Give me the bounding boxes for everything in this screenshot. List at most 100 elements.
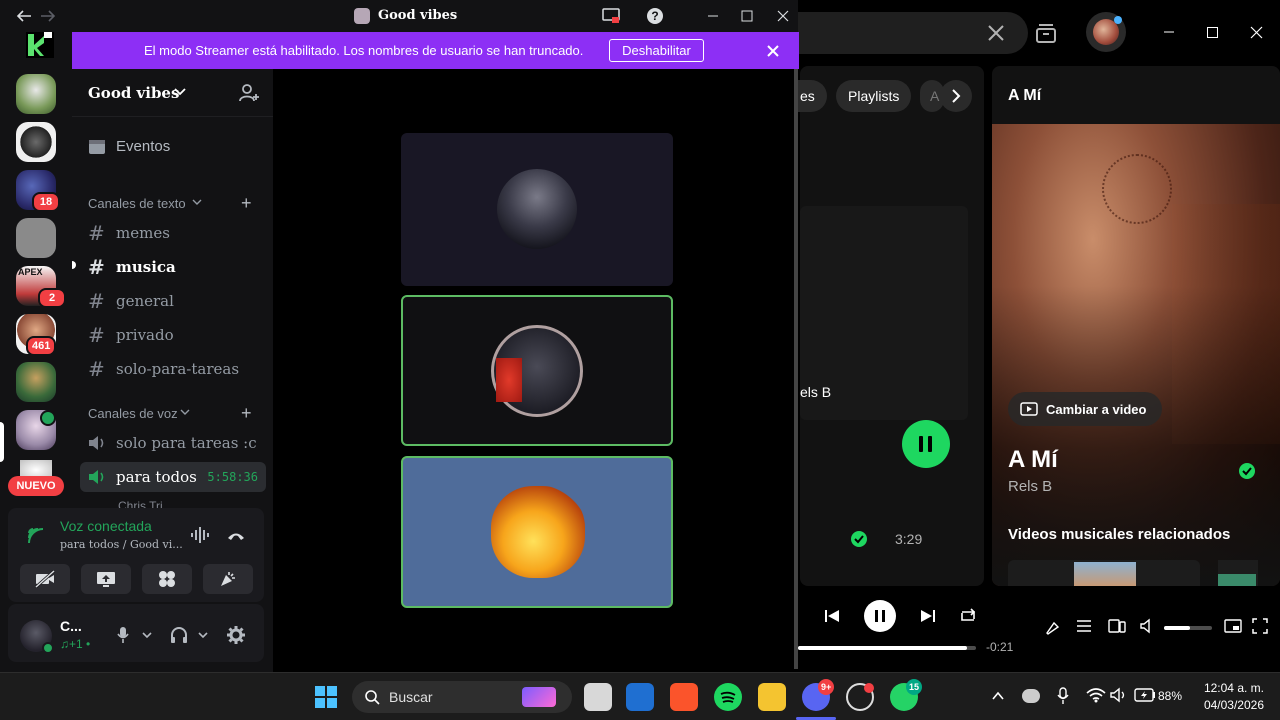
chevron-right-icon bbox=[952, 89, 961, 103]
headphones-icon[interactable] bbox=[170, 626, 188, 644]
forward-arrow-icon[interactable] bbox=[40, 9, 56, 23]
user-panel: C... ♫+1 • bbox=[8, 604, 264, 662]
miniplayer-icon[interactable] bbox=[1224, 618, 1242, 634]
microphone-icon[interactable] bbox=[1056, 687, 1070, 705]
participant-tile-3-speaking[interactable] bbox=[401, 456, 673, 608]
microphone-icon[interactable] bbox=[116, 626, 130, 644]
start-button[interactable] bbox=[314, 685, 338, 709]
file-explorer-icon[interactable] bbox=[758, 683, 786, 711]
participant-tile-2-speaking[interactable] bbox=[401, 295, 673, 446]
now-playing-panel: A Mí Cambiar a video A Mí Rels B Videos … bbox=[992, 66, 1280, 586]
brave-browser-icon[interactable] bbox=[670, 683, 698, 711]
help-icon[interactable]: ? bbox=[647, 8, 663, 24]
discord-badge: 9+ bbox=[818, 679, 835, 695]
song-title[interactable]: A Mí bbox=[1008, 446, 1058, 474]
related-videos-header: Videos musicales relacionados bbox=[1008, 526, 1231, 543]
soundboard-button[interactable] bbox=[203, 564, 253, 594]
maximize-icon[interactable] bbox=[740, 9, 754, 23]
channel-musica[interactable]: # musica bbox=[80, 252, 266, 282]
username[interactable]: C... bbox=[60, 618, 82, 634]
switch-to-video-button[interactable]: Cambiar a video bbox=[1008, 392, 1162, 426]
fullscreen-icon[interactable] bbox=[1252, 618, 1268, 634]
voice-status-subtitle[interactable]: para todos / Good vi... bbox=[60, 538, 183, 551]
chevron-down-icon[interactable] bbox=[198, 632, 208, 640]
activities-button[interactable] bbox=[142, 564, 192, 594]
events-item[interactable]: Eventos bbox=[80, 131, 266, 161]
liked-check-icon[interactable] bbox=[1238, 462, 1256, 480]
window-close-icon[interactable] bbox=[1250, 26, 1264, 40]
maximize-icon[interactable] bbox=[1206, 26, 1220, 40]
share-screen-button[interactable] bbox=[81, 564, 131, 594]
minimize-icon[interactable] bbox=[706, 9, 720, 23]
chevron-down-icon[interactable] bbox=[142, 632, 152, 640]
saved-check-icon[interactable] bbox=[850, 530, 868, 548]
scrollbar-track[interactable] bbox=[794, 69, 798, 669]
play-pause-button[interactable] bbox=[902, 420, 950, 468]
chevron-up-icon[interactable] bbox=[992, 691, 1004, 701]
song-artist[interactable]: Rels B bbox=[1008, 478, 1052, 495]
battery-charging-icon[interactable] bbox=[1134, 688, 1156, 702]
voice-channel-solo[interactable]: solo para tareas :c bbox=[80, 428, 266, 458]
window-close-icon[interactable] bbox=[776, 9, 790, 23]
voice-category-label[interactable]: Canales de voz bbox=[88, 406, 178, 421]
wifi-icon[interactable] bbox=[1086, 687, 1106, 703]
profile-avatar[interactable] bbox=[1086, 12, 1126, 52]
app-logo[interactable] bbox=[26, 32, 54, 58]
add-channel-icon[interactable]: + bbox=[241, 193, 252, 214]
browse-icon[interactable] bbox=[1034, 21, 1058, 45]
server-icon-2[interactable] bbox=[16, 122, 56, 162]
spotify-search-input[interactable] bbox=[798, 12, 1028, 54]
noise-suppression-icon[interactable] bbox=[190, 526, 210, 544]
volume-icon[interactable] bbox=[1140, 618, 1156, 634]
bottom-pause-button[interactable] bbox=[864, 600, 896, 632]
clock-time[interactable]: 12:04 a. m. bbox=[1198, 681, 1264, 695]
camera-button[interactable] bbox=[20, 564, 70, 594]
repeat-icon[interactable] bbox=[958, 606, 978, 626]
track-duration: 3:29 bbox=[895, 531, 923, 547]
taskbar-search-input[interactable]: Buscar bbox=[352, 681, 572, 713]
server-icon-1[interactable] bbox=[16, 74, 56, 114]
related-video-thumb-2[interactable] bbox=[1218, 560, 1258, 586]
channel-solo-para-tareas[interactable]: # solo-para-tareas bbox=[80, 354, 266, 384]
participant-tile-1[interactable] bbox=[401, 133, 673, 286]
minimize-icon[interactable] bbox=[1162, 24, 1176, 40]
channel-general[interactable]: # general bbox=[80, 286, 266, 316]
chip-playlists[interactable]: Playlists bbox=[836, 80, 912, 112]
disable-streamer-button[interactable]: Deshabilitar bbox=[609, 39, 704, 62]
text-category-label[interactable]: Canales de texto bbox=[88, 196, 186, 211]
related-video-thumb[interactable] bbox=[1008, 560, 1200, 586]
volume-slider[interactable] bbox=[1164, 626, 1212, 630]
gear-icon[interactable] bbox=[226, 625, 246, 645]
channel-memes[interactable]: # memes bbox=[80, 218, 266, 248]
pause-icon bbox=[919, 436, 932, 452]
connect-device-icon[interactable] bbox=[1108, 618, 1126, 634]
calendar-icon bbox=[89, 140, 105, 154]
clock-date[interactable]: 04/03/2026 bbox=[1198, 698, 1264, 712]
server-header[interactable]: Good vibes bbox=[72, 69, 273, 117]
close-banner-icon[interactable] bbox=[767, 45, 779, 57]
speaker-icon[interactable] bbox=[1110, 687, 1128, 703]
spotify-app-icon[interactable] bbox=[714, 683, 742, 711]
server-icon-4[interactable] bbox=[16, 218, 56, 258]
pause-icon bbox=[875, 610, 885, 622]
queue-icon[interactable] bbox=[1076, 618, 1092, 634]
voice-speaker-badge bbox=[40, 410, 56, 426]
vscode-like-app-icon[interactable] bbox=[626, 683, 654, 711]
previous-icon[interactable] bbox=[824, 608, 840, 624]
onedrive-icon[interactable] bbox=[1022, 689, 1040, 703]
add-voice-channel-icon[interactable]: + bbox=[241, 403, 252, 424]
task-view-icon[interactable] bbox=[584, 683, 612, 711]
lyrics-mic-icon[interactable] bbox=[1044, 618, 1060, 636]
scrollbar-thumb[interactable] bbox=[794, 69, 798, 669]
server-icon-7[interactable] bbox=[16, 362, 56, 402]
progress-track[interactable] bbox=[798, 646, 976, 650]
close-icon[interactable] bbox=[986, 23, 1006, 43]
back-arrow-icon[interactable] bbox=[16, 9, 32, 23]
screen-share-icon[interactable] bbox=[602, 8, 620, 24]
channel-privado[interactable]: # privado bbox=[80, 320, 266, 350]
next-icon[interactable] bbox=[920, 608, 936, 624]
voice-channel-para-todos[interactable]: para todos 5:58:36 bbox=[80, 462, 266, 492]
invite-people-icon[interactable] bbox=[238, 83, 260, 103]
chips-next-button[interactable] bbox=[940, 80, 972, 112]
disconnect-icon[interactable] bbox=[226, 528, 246, 542]
